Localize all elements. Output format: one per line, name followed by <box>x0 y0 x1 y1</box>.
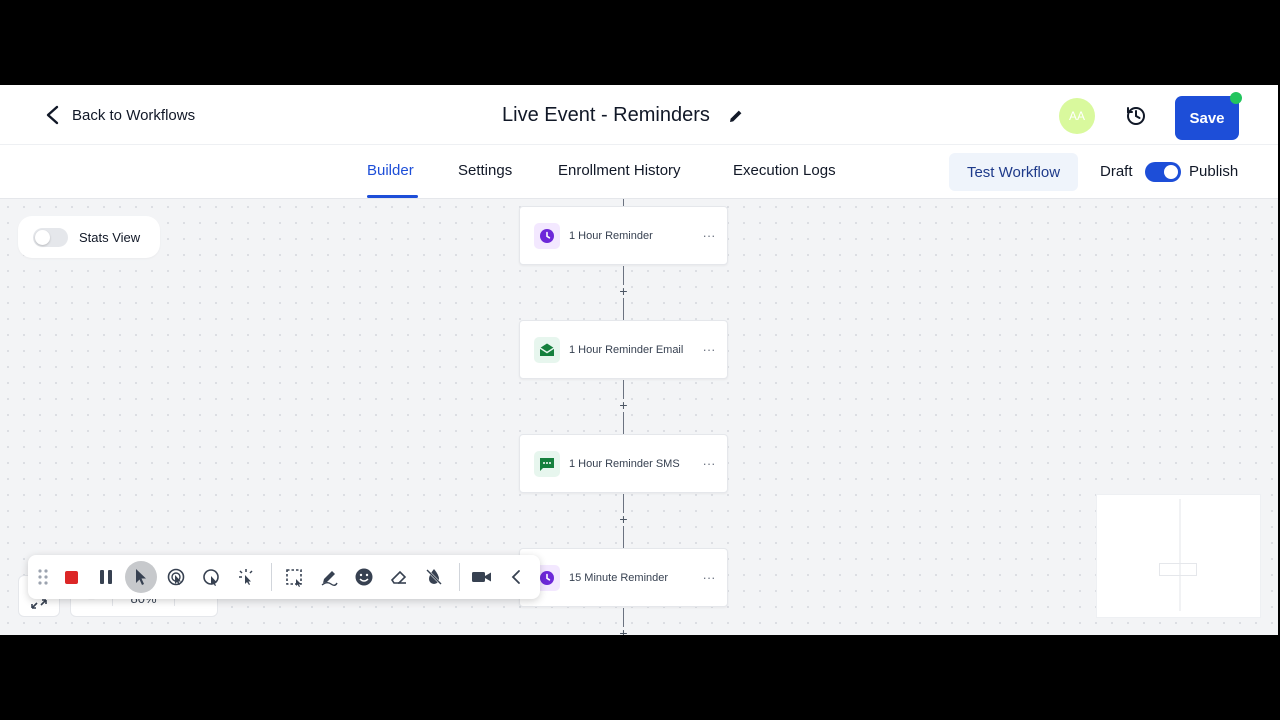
node-label: 1 Hour Reminder Email <box>569 343 684 356</box>
top-header: Back to Workflows Live Event - Reminders… <box>0 85 1278 145</box>
tab-bar: Builder Settings Enrollment History Exec… <box>0 145 1278 199</box>
node-label: 15 Minute Reminder <box>569 571 669 584</box>
workflow-title: Live Event - Reminders <box>502 104 744 127</box>
test-workflow-button[interactable]: Test Workflow <box>949 153 1078 191</box>
toolbar-divider <box>459 563 460 591</box>
click-highlight-button[interactable] <box>160 561 192 593</box>
collapse-toolbar-button[interactable] <box>501 561 533 593</box>
expand-icon <box>31 599 47 609</box>
cursor-ring-icon <box>203 569 219 586</box>
pause-icon <box>100 570 112 584</box>
more-options-icon[interactable]: ··· <box>697 570 721 585</box>
back-to-workflows-link[interactable]: Back to Workflows <box>44 105 195 125</box>
workflow-node[interactable]: 1 Hour Reminder ··· <box>519 206 728 265</box>
avatar[interactable]: AA <box>1059 98 1095 134</box>
stats-view-toggle-card[interactable]: Stats View <box>18 216 160 258</box>
chevron-left-icon <box>46 105 59 125</box>
workflow-title-text: Live Event - Reminders <box>502 104 710 126</box>
node-icon-wrap <box>534 222 560 249</box>
region-select-button[interactable] <box>278 561 310 593</box>
spotlight-button[interactable] <box>195 561 227 593</box>
toolbar-divider <box>271 563 272 591</box>
drag-handle-icon[interactable] <box>34 561 52 593</box>
recorder-toolbar <box>28 555 540 599</box>
publish-toggle[interactable] <box>1145 162 1181 182</box>
camera-button[interactable] <box>466 561 498 593</box>
cursor-icon <box>136 569 146 585</box>
add-step-button[interactable]: + <box>617 284 630 298</box>
tab-builder[interactable]: Builder <box>367 162 414 179</box>
video-camera-icon <box>472 572 491 582</box>
publish-label: Publish <box>1189 163 1239 180</box>
node-icon-wrap <box>534 336 560 363</box>
pause-button[interactable] <box>90 561 122 593</box>
workflow-node[interactable]: 15 Minute Reminder ··· <box>519 548 728 607</box>
sms-icon <box>540 457 554 471</box>
node-icon-wrap <box>534 450 560 477</box>
node-label: 1 Hour Reminder <box>569 229 653 242</box>
workflow-builder-app: Back to Workflows Live Event - Reminders… <box>0 85 1278 635</box>
workflow-node[interactable]: 1 Hour Reminder SMS ··· <box>519 434 728 493</box>
chevron-left-icon <box>511 570 520 584</box>
workflow-node[interactable]: 1 Hour Reminder Email ··· <box>519 320 728 379</box>
cursor-sparkle-icon <box>239 569 253 585</box>
eraser-icon <box>390 570 407 584</box>
stats-view-toggle[interactable] <box>33 227 68 247</box>
active-tab-indicator <box>367 195 418 198</box>
emoji-button[interactable] <box>348 561 380 593</box>
clock-icon <box>540 228 554 243</box>
add-step-button[interactable]: + <box>617 512 630 526</box>
stop-recording-button[interactable] <box>55 561 87 593</box>
ink-off-icon <box>426 569 442 585</box>
pencil-icon[interactable] <box>728 108 744 124</box>
draft-label: Draft <box>1100 163 1133 180</box>
draw-button[interactable] <box>313 561 345 593</box>
email-icon <box>539 343 555 356</box>
save-button[interactable]: Save <box>1175 96 1239 140</box>
online-status-dot <box>1230 92 1242 104</box>
connector-line <box>623 199 624 206</box>
add-step-button[interactable]: + <box>617 398 630 412</box>
smiley-icon <box>355 568 373 586</box>
dashed-select-icon <box>286 569 302 587</box>
minimap-viewport[interactable] <box>1159 563 1197 576</box>
stop-icon <box>64 570 78 584</box>
cursor-tool-button[interactable] <box>125 561 157 593</box>
click-effect-button[interactable] <box>230 561 262 593</box>
tab-settings[interactable]: Settings <box>458 162 512 179</box>
clock-icon <box>540 570 554 585</box>
tab-enrollment-history[interactable]: Enrollment History <box>558 162 681 179</box>
more-options-icon[interactable]: ··· <box>697 342 721 357</box>
minimap[interactable] <box>1096 494 1261 618</box>
clear-annotations-button[interactable] <box>418 561 450 593</box>
more-options-icon[interactable]: ··· <box>697 456 721 471</box>
stats-view-label: Stats View <box>79 229 141 245</box>
minimap-flow <box>1179 499 1181 611</box>
more-options-icon[interactable]: ··· <box>697 228 721 243</box>
back-label: Back to Workflows <box>72 106 196 124</box>
node-label: 1 Hour Reminder SMS <box>569 457 680 470</box>
tab-execution-logs[interactable]: Execution Logs <box>733 162 836 179</box>
pen-draw-icon <box>321 571 338 586</box>
cursor-circle-icon <box>167 568 185 586</box>
add-step-button[interactable]: + <box>617 626 630 635</box>
history-icon[interactable] <box>1125 105 1147 127</box>
eraser-button[interactable] <box>383 561 415 593</box>
